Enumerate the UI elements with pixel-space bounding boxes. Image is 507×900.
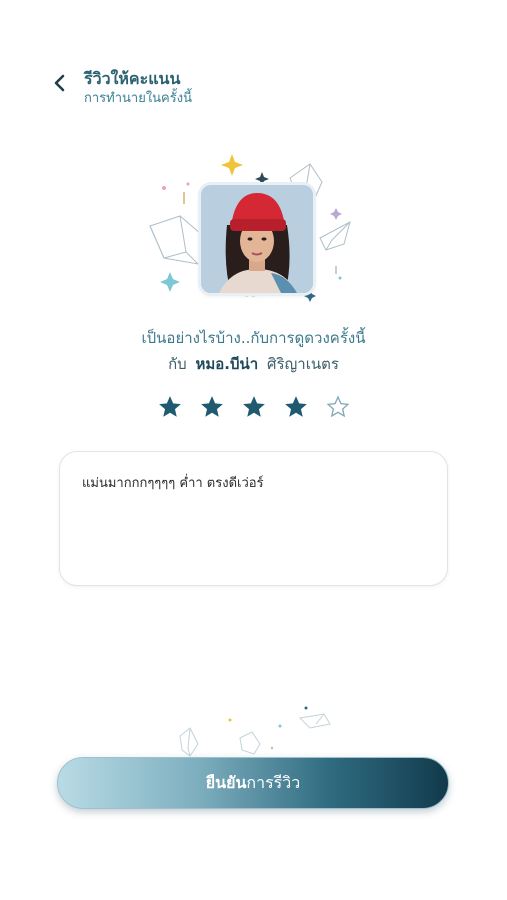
confirm-label-bold: ยืนยัน	[205, 772, 247, 792]
fortune-teller-portrait	[201, 185, 313, 293]
star-filled-icon[interactable]	[198, 394, 226, 420]
chevron-left-icon	[54, 74, 65, 92]
confirm-review-button[interactable]: ยืนยัน การรีวิว	[57, 757, 449, 809]
avatar	[201, 185, 313, 293]
crystal-decoration-icon	[179, 706, 331, 757]
star-filled-icon[interactable]	[156, 394, 184, 420]
back-button[interactable]	[48, 70, 72, 96]
fortune-teller-surname: ศิริญาเนตร	[266, 355, 339, 373]
review-textarea[interactable]: แม่นมากกกๆๆๆๆ ค่ำา ตรงดีเว่อร์	[59, 451, 448, 586]
confirm-label-normal: การรีวิว	[246, 772, 301, 792]
review-screen: รีวิวให้คะแนน การทำนายในครั้งนี้ เป็นอย่…	[0, 0, 507, 900]
page-subtitle: การทำนายในครั้งนี้	[84, 91, 192, 106]
fortune-teller-line: กับ หมอ.บีน่า ศิริญาเนตร	[0, 352, 507, 376]
star-filled-icon[interactable]	[282, 394, 310, 420]
star-filled-icon[interactable]	[240, 394, 268, 420]
header-text: รีวิวให้คะแนน การทำนายในครั้งนี้	[84, 68, 192, 108]
with-label: กับ	[168, 355, 187, 373]
star-outline-icon[interactable]	[324, 394, 352, 420]
fortune-teller-name: หมอ.บีน่า	[195, 355, 259, 373]
rating-question: เป็นอย่างไรบ้าง..กับการดูดวงครั้งนี้	[141, 329, 366, 347]
header: รีวิวให้คะแนน การทำนายในครั้งนี้	[48, 68, 192, 108]
star-rating	[0, 394, 507, 420]
page-title: รีวิวให้คะแนน	[84, 69, 181, 88]
